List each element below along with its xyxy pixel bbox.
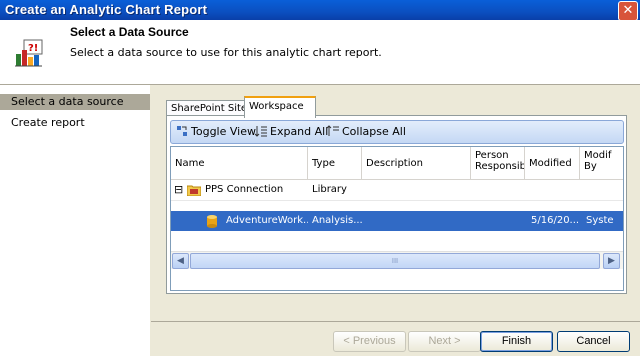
folder-icon — [187, 185, 201, 196]
workspace-panel: Toggle View Expand All Collapse All Name… — [166, 115, 627, 294]
wizard-steps-nav: Select a data source Create report — [0, 85, 150, 356]
title-bar: Create an Analytic Chart Report ✕ — [0, 0, 640, 21]
scroll-right-button[interactable]: ▶ — [603, 253, 620, 269]
chart-wizard-icon: ?! — [15, 39, 43, 67]
scrollbar-thumb[interactable]: III — [190, 253, 600, 269]
grid-header: Name Type Description Person Responsibl … — [171, 147, 623, 180]
collapse-toggle-icon[interactable]: ⊟ — [174, 180, 183, 200]
grid-toolbar: Toggle View Expand All Collapse All — [170, 120, 624, 144]
chevron-left-icon: ◀ — [177, 256, 184, 266]
toggle-view-button[interactable]: Toggle View — [176, 124, 256, 139]
column-header-name[interactable]: Name — [171, 147, 308, 179]
previous-button[interactable]: < Previous — [333, 331, 406, 352]
row-type: Analysis... — [312, 215, 363, 226]
column-header-modified-by[interactable]: Modif By — [580, 147, 623, 179]
expand-all-icon — [255, 126, 267, 137]
tab-workspace[interactable]: Workspace — [244, 96, 316, 118]
column-header-description[interactable]: Description — [362, 147, 471, 179]
expand-all-button[interactable]: Expand All — [255, 124, 328, 139]
next-button[interactable]: Next > — [408, 331, 481, 352]
window-title: Create an Analytic Chart Report — [5, 2, 208, 17]
scroll-grip-icon: III — [391, 257, 399, 265]
wizard-header: ?! Select a Data Source Select a data so… — [0, 20, 640, 85]
collapse-all-button[interactable]: Collapse All — [327, 124, 406, 139]
database-icon — [207, 215, 217, 228]
column-header-person-responsible[interactable]: Person Responsibl — [471, 147, 525, 179]
finish-button[interactable]: Finish — [480, 331, 553, 352]
page-title: Select a Data Source — [70, 25, 189, 39]
collapse-all-label: Collapse All — [342, 125, 406, 138]
nav-item-create-report[interactable]: Create report — [0, 115, 150, 131]
horizontal-scrollbar[interactable]: ◀ III ▶ — [171, 251, 623, 269]
svg-text:?!: ?! — [28, 43, 38, 54]
row-name: PPS Connection — [205, 184, 284, 195]
close-button[interactable]: ✕ — [618, 1, 638, 21]
footer-divider — [151, 321, 640, 322]
row-divider — [171, 200, 623, 201]
toggle-view-icon — [177, 126, 187, 136]
expand-all-label: Expand All — [270, 125, 329, 138]
table-row[interactable]: ⊟ PPS Connection Library — [171, 180, 623, 200]
close-icon: ✕ — [622, 3, 634, 18]
column-header-type[interactable]: Type — [308, 147, 362, 179]
scroll-left-button[interactable]: ◀ — [172, 253, 189, 269]
collapse-all-icon — [327, 125, 339, 136]
chevron-right-icon: ▶ — [608, 256, 615, 266]
toggle-view-label: Toggle View — [191, 125, 256, 138]
row-type: Library — [312, 184, 347, 195]
nav-item-select-data-source[interactable]: Select a data source — [0, 94, 150, 110]
row-modified-by: Syste — [586, 215, 614, 226]
row-name: AdventureWork... — [226, 215, 308, 226]
cancel-button[interactable]: Cancel — [557, 331, 630, 352]
page-subtitle: Select a data source to use for this ana… — [70, 46, 382, 59]
wizard-content: SharePoint Site Workspace Toggle View Ex… — [151, 85, 640, 356]
column-header-modified[interactable]: Modified — [525, 147, 580, 179]
row-modified: 5/16/20... — [531, 215, 579, 226]
table-row[interactable]: AdventureWork... Analysis... 5/16/20... … — [171, 211, 623, 231]
data-source-grid: Name Type Description Person Responsibl … — [170, 146, 624, 291]
